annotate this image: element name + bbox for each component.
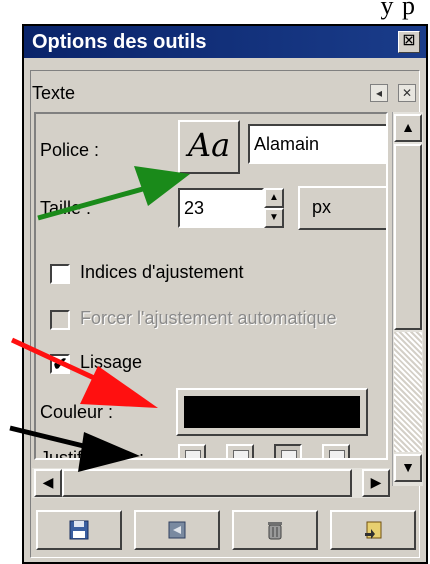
size-increase-button[interactable]: ▲: [264, 188, 284, 208]
justify-label: Justification :: [40, 448, 145, 460]
restore-icon: [168, 521, 186, 539]
title-bar[interactable]: Options des outils ⊠: [24, 26, 426, 58]
restore-options-button[interactable]: [134, 510, 220, 550]
justify-center-button[interactable]: [274, 444, 302, 458]
tab-menu-icon[interactable]: ◂: [370, 84, 388, 102]
horizontal-scrollbar[interactable]: ◀ ▶: [32, 468, 390, 498]
reset-options-button[interactable]: [330, 510, 416, 550]
justify-right-button[interactable]: [226, 444, 254, 458]
tab-close-icon[interactable]: ✕: [398, 84, 416, 102]
justify-left-button[interactable]: [178, 444, 206, 458]
color-swatch: [184, 396, 360, 428]
save-icon: [69, 520, 89, 540]
size-input[interactable]: 23: [178, 188, 264, 228]
close-button[interactable]: ⊠: [398, 31, 420, 53]
scroll-thumb[interactable]: [394, 144, 422, 330]
justify-fill-button[interactable]: [322, 444, 350, 458]
reset-icon: [365, 521, 382, 539]
panel-header: Texte ◂ ✕: [32, 78, 418, 108]
scroll-left-button[interactable]: ◀: [34, 469, 62, 497]
horizontal-scroll-thumb[interactable]: [62, 469, 352, 497]
tab-label: Texte: [32, 83, 76, 103]
window-title: Options des outils: [32, 31, 207, 53]
font-preview-button[interactable]: Aa: [178, 120, 240, 174]
antialias-label: Lissage: [80, 352, 143, 372]
delete-icon: [268, 522, 282, 540]
vertical-scrollbar[interactable]: ▲ ▼: [392, 112, 423, 486]
size-label: Taille :: [40, 198, 92, 218]
hinting-label: Indices d'ajustement: [80, 262, 244, 282]
color-label: Couleur :: [40, 402, 114, 422]
tool-options-window: Options des outils ⊠ Texte ◂ ✕ Police : …: [22, 24, 428, 564]
font-preview-glyph: Aa: [188, 126, 231, 164]
autohint-label: Forcer l'ajustement automatique: [80, 308, 337, 328]
size-decrease-button[interactable]: ▼: [264, 208, 284, 228]
delete-options-button[interactable]: [232, 510, 318, 550]
font-label: Police :: [40, 140, 100, 160]
bottom-toolbar: [32, 504, 424, 554]
scroll-up-button[interactable]: ▲: [394, 114, 422, 142]
scroll-right-button[interactable]: ▶: [362, 469, 390, 497]
color-button[interactable]: [176, 388, 368, 436]
hinting-checkbox[interactable]: [50, 264, 70, 284]
scroll-down-button[interactable]: ▼: [394, 454, 422, 482]
background-text-top: y p: [380, 0, 416, 20]
antialias-checkbox[interactable]: ✔: [50, 354, 70, 374]
autohint-checkbox: [50, 310, 70, 330]
save-options-button[interactable]: [36, 510, 122, 550]
unit-dropdown[interactable]: px: [298, 186, 386, 230]
options-content: Police : Aa Alamain Taille : 23 ▲ ▼ px I…: [34, 112, 388, 460]
scroll-track[interactable]: [394, 332, 422, 452]
font-input[interactable]: Alamain: [248, 124, 386, 164]
